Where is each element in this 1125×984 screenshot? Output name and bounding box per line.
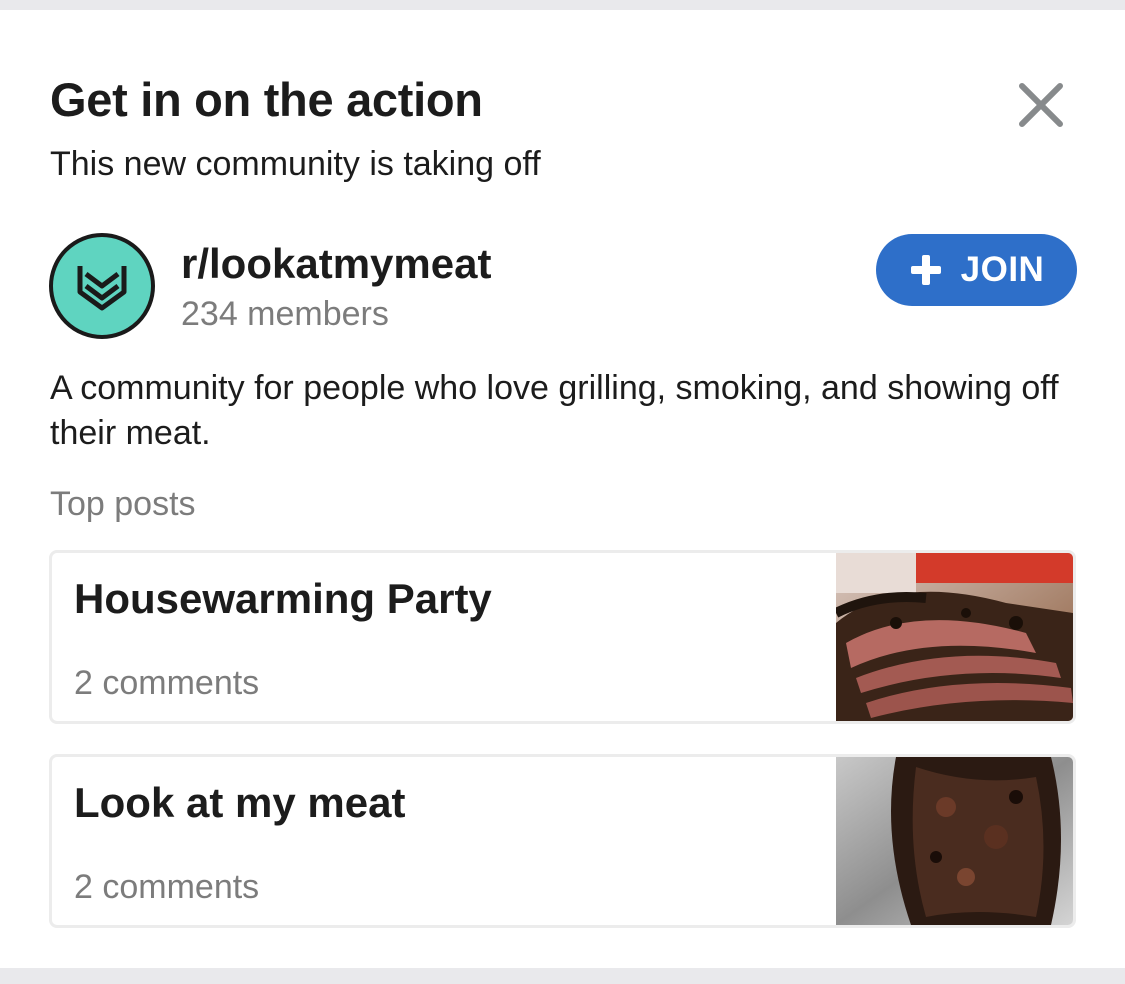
- card-title: Get in on the action: [50, 73, 483, 126]
- close-icon: [1019, 83, 1063, 127]
- close-button[interactable]: [1012, 76, 1070, 134]
- top-post-card[interactable]: Housewarming Party 2 comments: [49, 550, 1076, 724]
- post-thumbnail-brisket: [836, 553, 1073, 721]
- join-button[interactable]: JOIN: [876, 234, 1077, 306]
- card-subtitle: This new community is taking off: [50, 145, 541, 183]
- post-title: Look at my meat: [74, 779, 406, 826]
- top-posts-label: Top posts: [50, 485, 196, 523]
- plus-icon: [910, 255, 941, 285]
- post-comment-count: 2 comments: [74, 664, 260, 702]
- community-name[interactable]: r/lookatmymeat: [181, 238, 491, 290]
- community-shield-icon: [49, 233, 155, 339]
- post-thumbnail-smoked-meat: [836, 757, 1073, 925]
- community-description: A community for people who love grilling…: [50, 369, 1059, 452]
- post-comment-count: 2 comments: [74, 868, 260, 906]
- join-button-label: JOIN: [960, 250, 1045, 289]
- top-post-card[interactable]: Look at my meat 2 comments: [49, 754, 1076, 928]
- community-avatar[interactable]: [48, 232, 156, 340]
- community-recommendation-card: Get in on the action This new community …: [0, 10, 1125, 968]
- post-title: Housewarming Party: [74, 575, 492, 622]
- member-count: 234 members: [181, 295, 389, 333]
